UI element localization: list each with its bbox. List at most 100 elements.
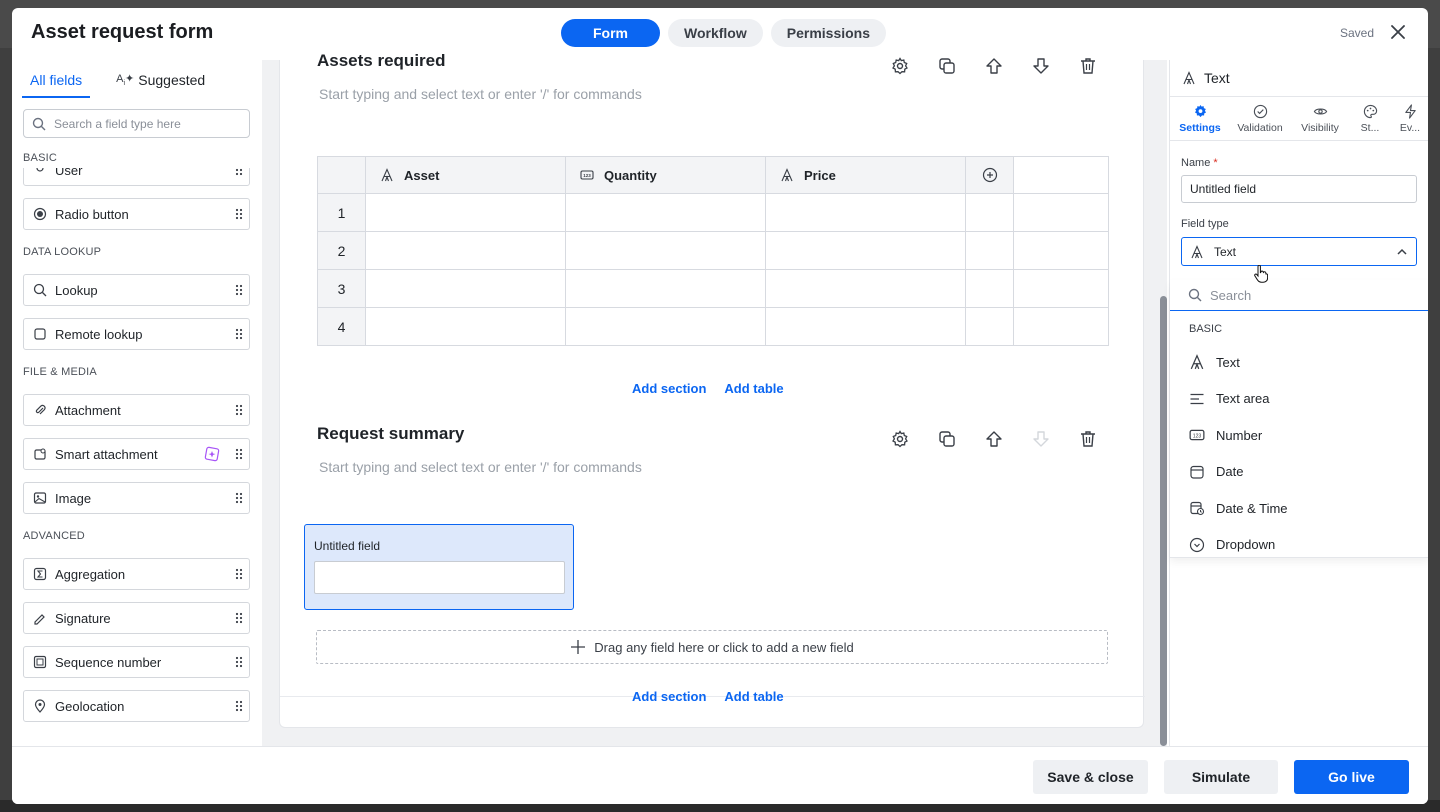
option-number[interactable]: 123 Number: [1189, 417, 1419, 454]
drag-handle-icon[interactable]: [235, 612, 243, 624]
palette-list: BASIC User Radio button DATA LOOKUP Look…: [23, 152, 250, 722]
tab-permissions[interactable]: Permissions: [770, 19, 887, 47]
simulate-button[interactable]: Simulate: [1164, 760, 1278, 794]
table-cell[interactable]: [365, 269, 566, 308]
drag-handle-icon[interactable]: [235, 328, 243, 340]
dropzone-text: Drag any field here or click to add a ne…: [594, 639, 854, 655]
field-item-label: Aggregation: [55, 566, 126, 582]
field-input-preview[interactable]: [314, 561, 565, 594]
section-title[interactable]: Assets required: [317, 51, 446, 71]
field-item-lookup[interactable]: Lookup: [23, 274, 250, 306]
field-item-user[interactable]: User: [23, 168, 250, 186]
dropdown-search-input[interactable]: [1210, 287, 1410, 303]
table-cell[interactable]: [765, 269, 966, 308]
text-icon: [1189, 354, 1205, 370]
drag-handle-icon[interactable]: [235, 168, 243, 176]
field-item-aggregation[interactable]: Aggregation: [23, 558, 250, 590]
add-column-button[interactable]: [965, 156, 1014, 194]
table-cell[interactable]: [565, 269, 766, 308]
add-table-button[interactable]: Add table: [724, 381, 783, 396]
field-item-label: Remote lookup: [55, 326, 143, 342]
option-date[interactable]: Date: [1189, 454, 1419, 491]
gear-icon[interactable]: [890, 56, 910, 76]
field-dropzone[interactable]: Drag any field here or click to add a ne…: [316, 630, 1108, 664]
drag-handle-icon[interactable]: [235, 656, 243, 668]
column-header-price[interactable]: Price: [765, 156, 966, 194]
drag-handle-icon[interactable]: [235, 568, 243, 580]
tab-suggested[interactable]: Ai✦ Suggested: [108, 72, 213, 98]
table-cell[interactable]: [765, 193, 966, 232]
tab-all-fields-label: All fields: [30, 72, 83, 88]
number-icon: 123: [1189, 427, 1205, 443]
save-close-button[interactable]: Save & close: [1033, 760, 1148, 794]
option-dropdown[interactable]: Dropdown: [1189, 527, 1419, 564]
name-field[interactable]: Untitled field: [1181, 175, 1417, 203]
field-item-radio-button[interactable]: Radio button: [23, 198, 250, 230]
table-cell[interactable]: [565, 231, 766, 270]
dropdown-search[interactable]: [1170, 280, 1428, 311]
table-row: 3: [317, 269, 1109, 308]
add-table-button[interactable]: Add table: [724, 689, 783, 704]
move-up-icon[interactable]: [984, 56, 1004, 76]
move-up-icon[interactable]: [984, 429, 1004, 449]
column-header-asset[interactable]: Asset: [365, 156, 566, 194]
category-label: BASIC: [23, 152, 58, 164]
drag-handle-icon[interactable]: [235, 208, 243, 220]
field-item-sequence-number[interactable]: Sequence number: [23, 646, 250, 678]
selected-field[interactable]: Untitled field: [304, 524, 574, 610]
close-icon[interactable]: [1388, 22, 1408, 42]
table-cell[interactable]: [765, 307, 966, 346]
field-search[interactable]: [23, 109, 250, 138]
table-cell[interactable]: [565, 307, 766, 346]
table-cell: [965, 269, 1014, 308]
option-label: Number: [1216, 427, 1263, 443]
move-down-icon[interactable]: [1031, 56, 1051, 76]
tab-form[interactable]: Form: [561, 19, 660, 47]
field-item-remote-lookup[interactable]: Remote lookup: [23, 318, 250, 350]
mode-tabs: Form Workflow Permissions: [561, 19, 887, 47]
field-type-select[interactable]: Text: [1181, 237, 1417, 266]
table-header-row: Asset 123 Quantity Price: [317, 156, 1109, 194]
duplicate-icon[interactable]: [937, 429, 957, 449]
table-cell[interactable]: [565, 193, 766, 232]
table-cell[interactable]: [365, 231, 566, 270]
tab-style[interactable]: St...: [1350, 97, 1390, 140]
duplicate-icon[interactable]: [937, 56, 957, 76]
table-cell[interactable]: [365, 307, 566, 346]
tab-visibility[interactable]: Visibility: [1290, 97, 1350, 140]
drag-handle-icon[interactable]: [235, 492, 243, 504]
section-toolbar: [890, 56, 1098, 76]
trash-icon[interactable]: [1078, 56, 1098, 76]
field-item-smart-attachment[interactable]: Smart attachment: [23, 438, 250, 470]
section-description[interactable]: Start typing and select text or enter '/…: [319, 459, 642, 475]
drag-handle-icon[interactable]: [235, 700, 243, 712]
field-item-geolocation[interactable]: Geolocation: [23, 690, 250, 722]
search-input[interactable]: [54, 116, 234, 131]
field-item-image[interactable]: Image: [23, 482, 250, 514]
section-description[interactable]: Start typing and select text or enter '/…: [319, 86, 642, 102]
canvas-scrollbar[interactable]: [1160, 296, 1167, 746]
option-date-time[interactable]: Date & Time: [1189, 490, 1419, 527]
drag-handle-icon[interactable]: [235, 404, 243, 416]
trash-icon[interactable]: [1078, 429, 1098, 449]
tab-events[interactable]: Ev...: [1390, 97, 1428, 140]
add-section-button[interactable]: Add section: [632, 689, 706, 704]
option-text-area[interactable]: Text area: [1189, 381, 1419, 418]
gear-icon[interactable]: [890, 429, 910, 449]
go-live-button[interactable]: Go live: [1294, 760, 1409, 794]
option-text[interactable]: Text: [1189, 344, 1419, 381]
field-item-attachment[interactable]: Attachment: [23, 394, 250, 426]
table-cell[interactable]: [765, 231, 966, 270]
tab-settings[interactable]: Settings: [1170, 97, 1230, 140]
tab-workflow[interactable]: Workflow: [668, 19, 763, 47]
table-cell[interactable]: [365, 193, 566, 232]
tab-validation[interactable]: Validation: [1230, 97, 1290, 140]
column-header-quantity[interactable]: 123 Quantity: [565, 156, 766, 194]
tab-all-fields[interactable]: All fields: [22, 72, 91, 98]
section-title[interactable]: Request summary: [317, 424, 464, 444]
drag-handle-icon[interactable]: [235, 448, 243, 460]
drag-handle-icon[interactable]: [235, 284, 243, 296]
field-item-signature[interactable]: Signature: [23, 602, 250, 634]
location-pin-icon: [33, 699, 47, 713]
add-section-button[interactable]: Add section: [632, 381, 706, 396]
